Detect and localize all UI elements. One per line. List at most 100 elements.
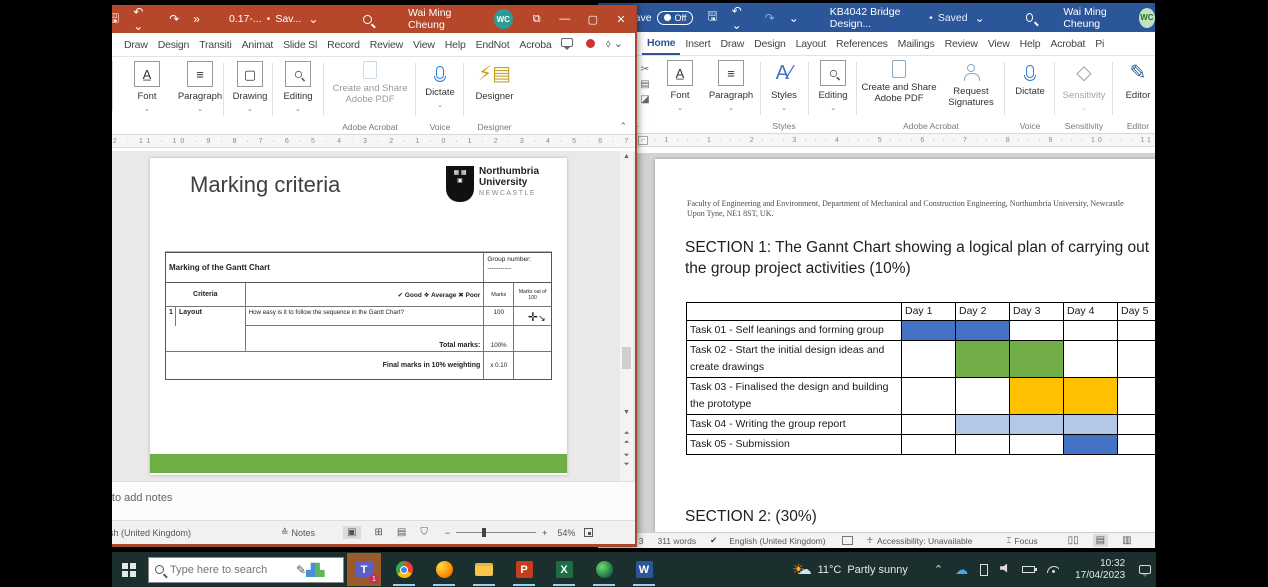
designer-button[interactable]: ⚡▤ Designer: [467, 61, 522, 102]
avatar[interactable]: WC: [494, 9, 513, 29]
tab-review[interactable]: Review: [940, 34, 983, 54]
zoom-out-icon[interactable]: −: [445, 528, 450, 538]
tab-acrobat[interactable]: Acroba: [514, 35, 556, 55]
taskbar-explorer[interactable]: [467, 553, 501, 586]
zoom-in-icon[interactable]: +: [542, 528, 547, 538]
tab-record[interactable]: Record: [322, 35, 365, 55]
search-icon[interactable]: [363, 15, 372, 24]
recording-icon[interactable]: [842, 536, 853, 545]
reading-view-icon[interactable]: ▤: [397, 527, 406, 538]
dictate-button[interactable]: Dictate⌄: [420, 61, 460, 111]
tab-draw[interactable]: Draw: [715, 34, 749, 54]
tab-picture-format[interactable]: Pi: [1090, 34, 1109, 54]
slide[interactable]: Marking criteria ▦ ▦▣ Northumbria Univer…: [150, 158, 567, 475]
ppt-ruler[interactable]: 12 · 11 · 10 · 9 · 8 · 7 · 6 · 5 · 4 · 3…: [95, 135, 635, 148]
tab-view[interactable]: View: [983, 34, 1015, 54]
battery-icon[interactable]: [1022, 564, 1035, 576]
search-input[interactable]: [170, 564, 290, 576]
ppt-scrollbar[interactable]: ▲ ▼ ⏶⏶ ⏷⏷: [620, 151, 633, 481]
comment-icon[interactable]: [561, 38, 573, 50]
taskbar-firefox[interactable]: [427, 553, 461, 586]
taskbar-weather[interactable]: ☀☁ 11°C Partly sunny: [792, 561, 908, 578]
saved-label[interactable]: Saved: [938, 12, 968, 24]
record-dot-icon[interactable]: [586, 39, 595, 51]
previous-slide-icon[interactable]: ⏶⏶: [620, 429, 633, 447]
tab-design[interactable]: Design: [749, 34, 790, 54]
taskbar-excel[interactable]: X: [547, 553, 581, 586]
normal-view-icon[interactable]: ▣: [343, 526, 360, 539]
taskbar-word[interactable]: W: [627, 553, 661, 586]
share-icon[interactable]: ⬨ ⌄: [606, 37, 623, 51]
tab-endnote[interactable]: EndNot: [471, 35, 515, 55]
read-mode-icon[interactable]: ▯▯: [1068, 535, 1079, 546]
avatar[interactable]: WC: [1139, 8, 1155, 28]
zoom-level[interactable]: 54%: [557, 528, 575, 538]
tab-help[interactable]: Help: [440, 35, 471, 55]
request-signatures-button[interactable]: Request Signatures: [940, 60, 1002, 108]
undo-icon[interactable]: ↶ ⌄: [732, 4, 751, 32]
action-center-icon[interactable]: [1139, 561, 1151, 579]
editing-button[interactable]: Editing⌄: [812, 60, 854, 114]
presenter-view-icon[interactable]: ⧉: [523, 5, 551, 33]
focus-button[interactable]: Focus: [1014, 536, 1037, 546]
editing-button[interactable]: Editing⌄: [276, 61, 320, 115]
taskbar-powerpoint[interactable]: P: [507, 553, 541, 586]
zoom-slider-thumb[interactable]: [482, 528, 486, 537]
tray-chevron-icon[interactable]: ⌃: [934, 563, 943, 576]
editor-button[interactable]: ✎ Editor: [1116, 60, 1155, 101]
next-slide-icon[interactable]: ⏷⏷: [620, 451, 633, 469]
taskbar-teams[interactable]: T 1: [347, 553, 381, 586]
print-layout-icon[interactable]: ▤: [1093, 534, 1108, 547]
slideshow-icon[interactable]: ⛉: [420, 527, 428, 538]
device-icon[interactable]: [980, 564, 988, 576]
quick-access-chevron-icon[interactable]: ⌄: [789, 11, 799, 25]
tab-selector-icon[interactable]: ⌐: [638, 136, 648, 145]
scroll-thumb[interactable]: [622, 347, 631, 369]
notes-toggle[interactable]: Notes: [292, 528, 316, 538]
more-commands-icon[interactable]: »: [193, 12, 200, 26]
tab-layout[interactable]: Layout: [791, 34, 831, 54]
save-icon[interactable]: 🖫: [707, 7, 717, 28]
maximize-button[interactable]: ▢: [579, 5, 607, 33]
autosave-toggle[interactable]: Off: [657, 11, 694, 25]
paragraph-button[interactable]: ≡ Paragraph⌄: [175, 61, 225, 115]
collapse-ribbon-icon[interactable]: ⌃: [619, 121, 627, 132]
language-indicator[interactable]: English (United Kingdom): [729, 536, 825, 546]
taskbar-search[interactable]: ✎▟▙: [148, 557, 344, 583]
tab-transitions[interactable]: Transiti: [194, 35, 236, 55]
tab-home[interactable]: Home: [642, 33, 680, 55]
font-button[interactable]: A̲ Font⌄: [125, 61, 169, 115]
minimize-button[interactable]: —: [551, 5, 579, 33]
wifi-icon[interactable]: [1047, 564, 1059, 576]
drawing-button[interactable]: ▢ Drawing⌄: [228, 61, 272, 115]
tab-view[interactable]: View: [408, 35, 440, 55]
undo-icon[interactable]: ↶ ⌄: [133, 5, 155, 33]
tab-help[interactable]: Help: [1015, 34, 1046, 54]
onedrive-icon[interactable]: ☁: [955, 562, 968, 578]
search-icon[interactable]: [1026, 13, 1034, 22]
slide-sorter-icon[interactable]: ⊞: [375, 527, 383, 538]
tab-mailings[interactable]: Mailings: [893, 34, 940, 54]
create-share-pdf-button[interactable]: Create and Share Adobe PDF: [330, 61, 410, 105]
title-chevron-icon[interactable]: ⌄: [975, 11, 985, 25]
zoom-slider[interactable]: [456, 532, 536, 533]
taskbar-clock[interactable]: 10:32 17/04/2023: [1075, 558, 1125, 582]
tab-slideshow[interactable]: Slide Sl: [278, 35, 322, 55]
tab-acrobat[interactable]: Acrobat: [1045, 34, 1090, 54]
saved-label[interactable]: Sav...: [275, 13, 301, 25]
tab-insert[interactable]: Insert: [680, 34, 715, 54]
tab-draw[interactable]: Draw: [119, 35, 153, 55]
redo-icon[interactable]: ↷: [765, 11, 775, 25]
word-count[interactable]: 311 words: [657, 536, 696, 546]
redo-icon[interactable]: ↷: [169, 12, 179, 26]
web-layout-icon[interactable]: ▥: [1122, 535, 1131, 546]
speaker-icon[interactable]: [1000, 564, 1010, 576]
notes-pane[interactable]: Click to add notes: [95, 481, 635, 520]
dictate-button[interactable]: Dictate: [1008, 60, 1052, 97]
tab-review[interactable]: Review: [365, 35, 408, 55]
word-ruler[interactable]: ⌐ · 1 · · · 1 · · · 2 · · · 3 · · · 4 · …: [598, 134, 1155, 147]
tab-animations[interactable]: Animat: [237, 35, 278, 55]
proofing-icon[interactable]: ✔: [710, 535, 717, 546]
clipboard-group[interactable]: ✂▤◪: [634, 62, 656, 107]
title-chevron-icon[interactable]: ⌄: [308, 12, 318, 26]
